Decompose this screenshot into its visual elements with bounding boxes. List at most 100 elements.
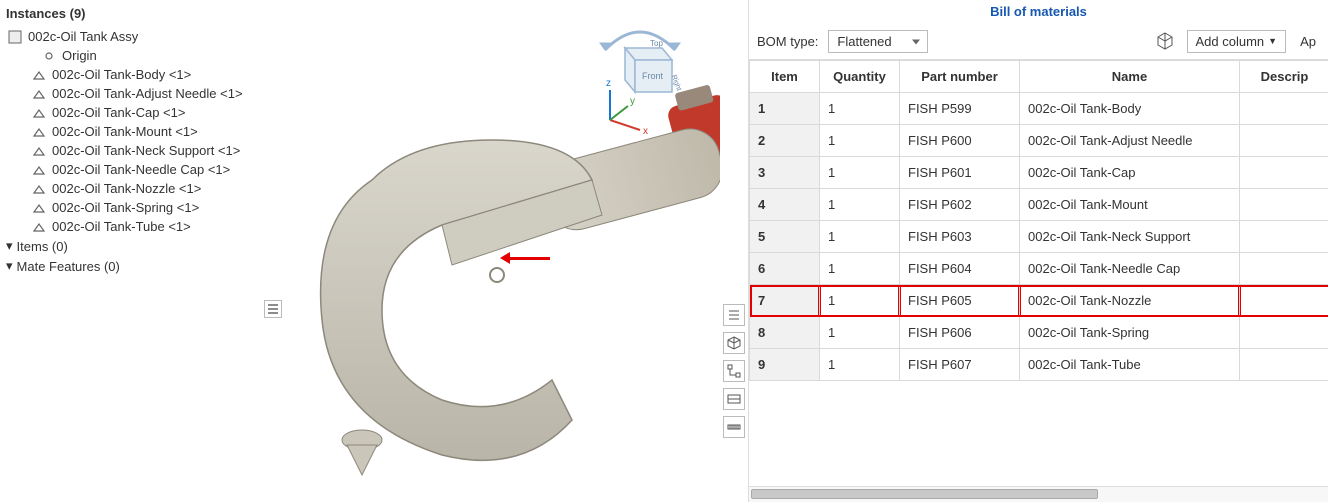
instances-label: Instances bbox=[6, 6, 66, 21]
table-row[interactable]: 41FISH P602002c-Oil Tank-Mount bbox=[750, 189, 1328, 221]
cell-name[interactable]: 002c-Oil Tank-Body bbox=[1020, 93, 1240, 125]
cell-name[interactable]: 002c-Oil Tank-Spring bbox=[1020, 317, 1240, 349]
cell-pn[interactable]: FISH P604 bbox=[900, 253, 1020, 285]
cell-item[interactable]: 3 bbox=[750, 157, 820, 189]
cell-desc[interactable] bbox=[1240, 317, 1328, 349]
cell-desc[interactable] bbox=[1240, 93, 1328, 125]
bom-list-button[interactable] bbox=[723, 304, 745, 326]
cell-pn[interactable]: FISH P605 bbox=[900, 285, 1020, 317]
cell-qty[interactable]: 1 bbox=[820, 253, 900, 285]
tree-icon bbox=[727, 364, 741, 378]
col-part-number[interactable]: Part number bbox=[900, 61, 1020, 93]
part-icon bbox=[32, 163, 46, 177]
cell-qty[interactable]: 1 bbox=[820, 285, 900, 317]
table-row[interactable]: 31FISH P601002c-Oil Tank-Cap bbox=[750, 157, 1328, 189]
cell-desc[interactable] bbox=[1240, 189, 1328, 221]
cell-qty[interactable]: 1 bbox=[820, 349, 900, 381]
table-row[interactable]: 21FISH P600002c-Oil Tank-Adjust Needle bbox=[750, 125, 1328, 157]
cell-desc[interactable] bbox=[1240, 285, 1328, 317]
part-icon bbox=[32, 68, 46, 82]
cell-item[interactable]: 8 bbox=[750, 317, 820, 349]
scrollbar-thumb[interactable] bbox=[751, 489, 1098, 499]
feature-tree: Instances (9) 002c-Oil Tank Assy Origin bbox=[0, 0, 282, 502]
tree-root-assembly[interactable]: 002c-Oil Tank Assy bbox=[4, 27, 278, 46]
tree-part[interactable]: 002c-Oil Tank-Cap <1> bbox=[4, 103, 278, 122]
table-row[interactable]: 11FISH P599002c-Oil Tank-Body bbox=[750, 93, 1328, 125]
cell-pn[interactable]: FISH P603 bbox=[900, 221, 1020, 253]
cell-qty[interactable]: 1 bbox=[820, 125, 900, 157]
add-column-button[interactable]: Add column ▼ bbox=[1187, 30, 1287, 53]
cell-pn[interactable]: FISH P607 bbox=[900, 349, 1020, 381]
col-description[interactable]: Descrip bbox=[1240, 61, 1328, 93]
apply-button[interactable]: Ap bbox=[1296, 31, 1320, 52]
tree-part-label: 002c-Oil Tank-Nozzle <1> bbox=[52, 181, 201, 196]
cell-qty[interactable]: 1 bbox=[820, 93, 900, 125]
cell-qty[interactable]: 1 bbox=[820, 157, 900, 189]
cell-item[interactable]: 5 bbox=[750, 221, 820, 253]
bom-type-select[interactable]: Flattened bbox=[828, 30, 928, 53]
cell-qty[interactable]: 1 bbox=[820, 221, 900, 253]
cell-pn[interactable]: FISH P606 bbox=[900, 317, 1020, 349]
cell-pn[interactable]: FISH P599 bbox=[900, 93, 1020, 125]
table-row[interactable]: 91FISH P607002c-Oil Tank-Tube bbox=[750, 349, 1328, 381]
bom-table-scroll[interactable]: Item Quantity Part number Name Descrip 1… bbox=[749, 60, 1328, 486]
cell-item[interactable]: 1 bbox=[750, 93, 820, 125]
tree-part-label: 002c-Oil Tank-Cap <1> bbox=[52, 105, 185, 120]
measure-button[interactable] bbox=[723, 416, 745, 438]
cell-qty[interactable]: 1 bbox=[820, 317, 900, 349]
cell-item[interactable]: 9 bbox=[750, 349, 820, 381]
mate-features-section[interactable]: ▾ Mate Features (0) bbox=[4, 256, 278, 276]
cell-name[interactable]: 002c-Oil Tank-Neck Support bbox=[1020, 221, 1240, 253]
toggle-panel-button[interactable] bbox=[264, 300, 282, 318]
cell-desc[interactable] bbox=[1240, 157, 1328, 189]
cell-item[interactable]: 7 bbox=[750, 285, 820, 317]
col-item[interactable]: Item bbox=[750, 61, 820, 93]
cell-name[interactable]: 002c-Oil Tank-Tube bbox=[1020, 349, 1240, 381]
tree-part-label: 002c-Oil Tank-Body <1> bbox=[52, 67, 191, 82]
cell-pn[interactable]: FISH P602 bbox=[900, 189, 1020, 221]
cell-desc[interactable] bbox=[1240, 253, 1328, 285]
tree-part[interactable]: 002c-Oil Tank-Mount <1> bbox=[4, 122, 278, 141]
cell-desc[interactable] bbox=[1240, 349, 1328, 381]
table-row[interactable]: 51FISH P603002c-Oil Tank-Neck Support bbox=[750, 221, 1328, 253]
col-quantity[interactable]: Quantity bbox=[820, 61, 900, 93]
cell-name[interactable]: 002c-Oil Tank-Adjust Needle bbox=[1020, 125, 1240, 157]
tree-part[interactable]: 002c-Oil Tank-Adjust Needle <1> bbox=[4, 84, 278, 103]
tree-view-button[interactable] bbox=[723, 360, 745, 382]
tree-part[interactable]: 002c-Oil Tank-Nozzle <1> bbox=[4, 179, 278, 198]
3d-viewport[interactable]: Top Front Right z x y bbox=[282, 0, 720, 502]
cell-pn[interactable]: FISH P600 bbox=[900, 125, 1020, 157]
isometric-button[interactable] bbox=[723, 332, 745, 354]
tree-origin[interactable]: Origin bbox=[4, 46, 278, 65]
tree-part[interactable]: 002c-Oil Tank-Body <1> bbox=[4, 65, 278, 84]
tree-part[interactable]: 002c-Oil Tank-Spring <1> bbox=[4, 198, 278, 217]
chevron-down-icon: ▾ bbox=[6, 238, 13, 254]
tree-part[interactable]: 002c-Oil Tank-Neck Support <1> bbox=[4, 141, 278, 160]
table-row[interactable]: 81FISH P606002c-Oil Tank-Spring bbox=[750, 317, 1328, 349]
part-icon bbox=[32, 220, 46, 234]
cell-item[interactable]: 4 bbox=[750, 189, 820, 221]
cell-desc[interactable] bbox=[1240, 125, 1328, 157]
table-row[interactable]: 71FISH P605002c-Oil Tank-Nozzle bbox=[750, 285, 1328, 317]
cell-name[interactable]: 002c-Oil Tank-Nozzle bbox=[1020, 285, 1240, 317]
items-section[interactable]: ▾ Items (0) bbox=[4, 236, 278, 256]
cell-item[interactable]: 2 bbox=[750, 125, 820, 157]
bom-refresh-button[interactable] bbox=[1153, 29, 1177, 53]
tree-part[interactable]: 002c-Oil Tank-Needle Cap <1> bbox=[4, 160, 278, 179]
tree-part[interactable]: 002c-Oil Tank-Tube <1> bbox=[4, 217, 278, 236]
mate-features-label: Mate Features (0) bbox=[17, 259, 120, 274]
cell-desc[interactable] bbox=[1240, 221, 1328, 253]
cell-item[interactable]: 6 bbox=[750, 253, 820, 285]
bom-panel: Bill of materials BOM type: Flattened Ad… bbox=[748, 0, 1328, 502]
cell-name[interactable]: 002c-Oil Tank-Needle Cap bbox=[1020, 253, 1240, 285]
bom-horizontal-scrollbar[interactable] bbox=[749, 486, 1328, 502]
model-render bbox=[292, 60, 720, 490]
cell-pn[interactable]: FISH P601 bbox=[900, 157, 1020, 189]
cell-qty[interactable]: 1 bbox=[820, 189, 900, 221]
cell-name[interactable]: 002c-Oil Tank-Cap bbox=[1020, 157, 1240, 189]
cell-name[interactable]: 002c-Oil Tank-Mount bbox=[1020, 189, 1240, 221]
section-button[interactable] bbox=[723, 388, 745, 410]
tree-part-label: 002c-Oil Tank-Adjust Needle <1> bbox=[52, 86, 243, 101]
table-row[interactable]: 61FISH P604002c-Oil Tank-Needle Cap bbox=[750, 253, 1328, 285]
col-name[interactable]: Name bbox=[1020, 61, 1240, 93]
